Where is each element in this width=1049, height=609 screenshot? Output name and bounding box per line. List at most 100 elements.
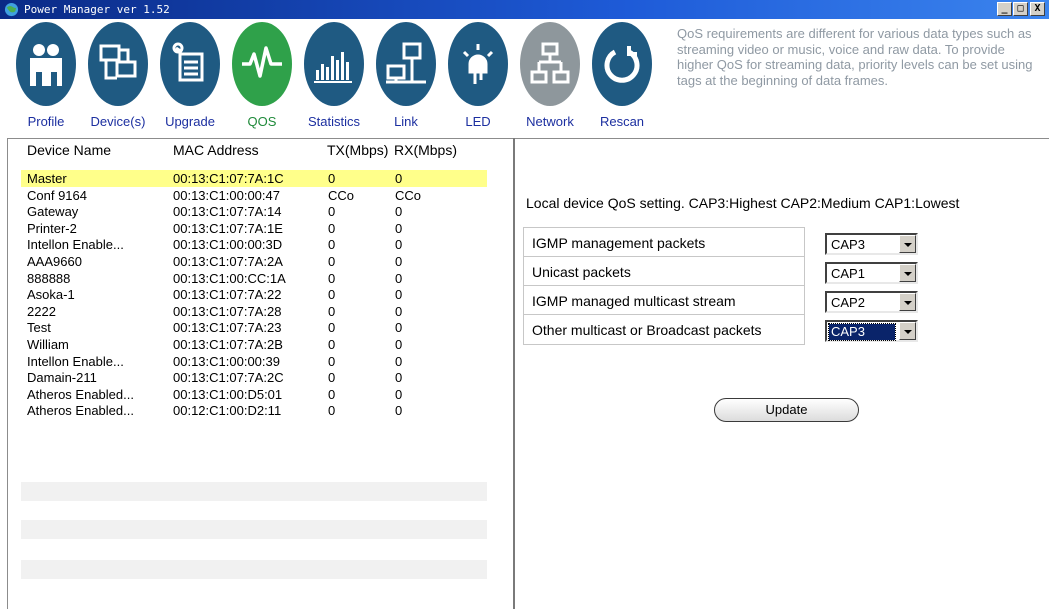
device-row[interactable]: Asoka-1 00:13:C1:07:7A:22 0 0: [21, 286, 487, 303]
mac-address-cell: 00:12:C1:00:D2:11: [173, 403, 282, 419]
toolbar-profile-button[interactable]: Profile: [10, 22, 82, 134]
mac-address-cell: 00:13:C1:07:7A:2B: [173, 337, 283, 352]
select-value: CAP2: [831, 295, 865, 310]
device-name-cell: Printer-2: [27, 220, 77, 236]
led-icon: [448, 22, 508, 106]
chevron-down-icon[interactable]: [899, 322, 916, 340]
mac-address-cell: 00:13:C1:07:7A:22: [173, 287, 282, 303]
toolbar-network-button[interactable]: Network: [514, 22, 586, 134]
toolbar-statistics-button[interactable]: Statistics: [298, 22, 370, 134]
device-row[interactable]: Intellon Enable... 00:13:C1:00:00:3D 0 0: [21, 236, 487, 253]
device-row[interactable]: Master 00:13:C1:07:7A:1C 0 0: [21, 170, 487, 187]
device-row[interactable]: Atheros Enabled... 00:12:C1:00:D2:11 0 0: [21, 402, 487, 419]
select-value: CAP3: [828, 323, 896, 341]
qos-label: IGMP managed multicast stream: [532, 293, 736, 309]
close-button[interactable]: X: [1030, 2, 1045, 16]
mac-address-cell: 00:13:C1:07:7A:23: [173, 320, 282, 336]
toolbar-led-button[interactable]: LED: [442, 22, 514, 134]
device-name-cell: Intellon Enable...: [27, 353, 124, 369]
mac-address-cell: 00:13:C1:00:00:47: [173, 187, 280, 203]
device-name-cell: Damain-211: [27, 370, 97, 386]
update-button[interactable]: Update: [714, 398, 859, 422]
empty-row: [21, 482, 487, 501]
tx-cell: 0: [328, 370, 336, 386]
network-icon: [520, 22, 580, 106]
qos-select-igmp-management[interactable]: CAP3: [825, 233, 918, 255]
toolbar-qos-button[interactable]: QOS: [226, 22, 298, 134]
qos-select-other-multicast[interactable]: CAP3: [825, 320, 918, 342]
panel-divider[interactable]: [513, 138, 515, 609]
qos-info-text: QoS requirements are different for vario…: [677, 26, 1033, 88]
device-row[interactable]: Test 00:13:C1:07:7A:23 0 0: [21, 319, 487, 336]
toolbar-upgrade-button[interactable]: Upgrade: [154, 22, 226, 134]
app-globe-icon: [4, 2, 19, 17]
device-row[interactable]: Gateway 00:13:C1:07:7A:14 0 0: [21, 203, 487, 220]
maximize-button[interactable]: □: [1013, 2, 1028, 16]
minimize-button[interactable]: _: [997, 2, 1012, 16]
rx-cell: 0: [395, 220, 403, 236]
rx-cell: 0: [395, 204, 403, 220]
column-header-tx[interactable]: TX(Mbps): [327, 142, 388, 158]
people-icon: [16, 22, 76, 106]
qos-label: Unicast packets: [532, 264, 631, 280]
device-name-cell: 888888: [27, 270, 71, 286]
tx-cell: 0: [328, 237, 336, 253]
mac-address-cell: 00:13:C1:00:D5:01: [173, 386, 283, 402]
toolbar-rescan-button[interactable]: Rescan: [586, 22, 658, 134]
device-row[interactable]: Atheros Enabled... 00:13:C1:00:D5:01 0 0: [21, 386, 487, 403]
toolbar-label: Statistics: [307, 114, 360, 129]
toolbar-link-button[interactable]: Link: [370, 22, 442, 134]
device-row[interactable]: 2222 00:13:C1:07:7A:28 0 0: [21, 303, 487, 320]
device-name-cell: Atheros Enabled...: [27, 386, 134, 402]
qos-row-igmp-management: IGMP management packets: [524, 228, 804, 257]
mac-address-cell: 00:13:C1:00:CC:1A: [173, 270, 286, 286]
device-name-cell: William: [27, 337, 69, 352]
device-row[interactable]: William 00:13:C1:07:7A:2B 0 0: [21, 336, 487, 353]
device-name-cell: Intellon Enable...: [27, 237, 124, 253]
mac-address-cell: 00:13:C1:07:7A:2C: [173, 370, 284, 386]
column-header-device-name[interactable]: Device Name: [27, 142, 111, 158]
tx-cell: 0: [328, 353, 336, 369]
column-header-rx[interactable]: RX(Mbps): [394, 142, 457, 158]
rx-cell: 0: [395, 353, 403, 369]
toolbar-label: Device(s): [90, 114, 146, 129]
qos-select-unicast[interactable]: CAP1: [825, 262, 918, 284]
select-value: CAP1: [831, 266, 865, 281]
device-name-cell: 2222: [27, 303, 56, 319]
empty-row: [21, 520, 487, 539]
device-row[interactable]: 888888 00:13:C1:00:CC:1A 0 0: [21, 270, 487, 287]
device-name-cell: Gateway: [27, 204, 79, 220]
device-row[interactable]: Printer-2 00:13:C1:07:7A:1E 0 0: [21, 220, 487, 237]
chevron-down-icon[interactable]: [899, 235, 916, 253]
rescan-icon: [592, 22, 652, 106]
mac-address-cell: 00:13:C1:07:7A:14: [173, 204, 282, 220]
qos-row-igmp-multicast: IGMP managed multicast stream: [524, 286, 804, 315]
column-header-mac-address[interactable]: MAC Address: [173, 142, 259, 158]
device-row[interactable]: AAA9660 00:13:C1:07:7A:2A 0 0: [21, 253, 487, 270]
mac-address-cell: 00:13:C1:00:00:3D: [173, 237, 283, 253]
toolbar-label: QOS: [247, 114, 277, 129]
tx-cell: 0: [328, 386, 336, 402]
device-name-cell: Master: [27, 171, 67, 186]
title-bar: Power Manager ver 1.52 _ □ X: [0, 0, 1049, 19]
toolbar-label: Profile: [27, 114, 65, 129]
tx-cell: 0: [328, 204, 336, 220]
device-row[interactable]: Intellon Enable... 00:13:C1:00:00:39 0 0: [21, 353, 487, 370]
qos-pulse-icon: [232, 22, 292, 106]
tx-cell: 0: [328, 220, 336, 236]
device-row[interactable]: Conf 9164 00:13:C1:00:00:47 CCo CCo: [21, 187, 487, 204]
window-title: Power Manager ver 1.52: [24, 3, 170, 16]
chevron-down-icon[interactable]: [899, 293, 916, 311]
toolbar-devices-button[interactable]: Device(s): [82, 22, 154, 134]
device-name-cell: Atheros Enabled...: [27, 403, 134, 419]
qos-row-other-multicast: Other multicast or Broadcast packets: [524, 315, 804, 344]
mac-address-cell: 00:13:C1:00:00:39: [173, 353, 280, 369]
rx-cell: 0: [395, 270, 403, 286]
tx-cell: 0: [328, 403, 336, 419]
device-row[interactable]: Damain-211 00:13:C1:07:7A:2C 0 0: [21, 369, 487, 386]
rx-cell: CCo: [395, 187, 422, 203]
qos-label: IGMP management packets: [532, 235, 706, 251]
qos-select-igmp-multicast[interactable]: CAP2: [825, 291, 918, 313]
chevron-down-icon[interactable]: [899, 264, 916, 282]
mac-address-cell: 00:13:C1:07:7A:1C: [173, 171, 284, 186]
